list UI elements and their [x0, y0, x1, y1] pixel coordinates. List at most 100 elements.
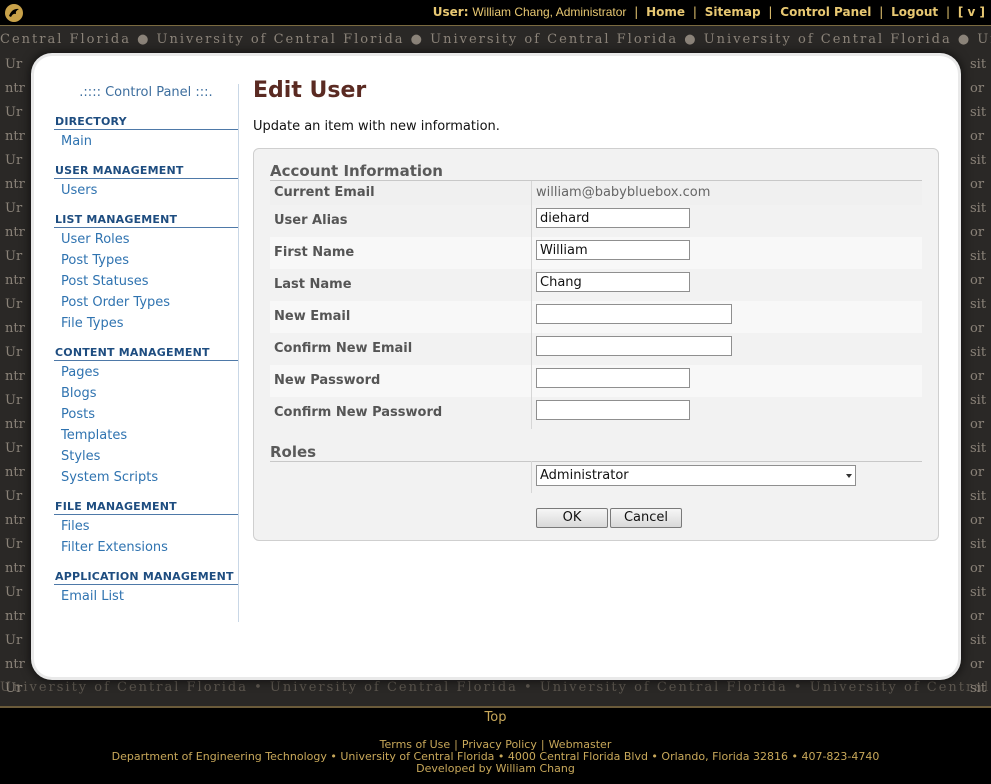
sidebar-group-heading: LIST MANAGEMENT: [54, 213, 238, 228]
confirm-new-email-row: Confirm New Email: [270, 333, 922, 365]
banner-left-fragment: ntr: [5, 321, 25, 336]
banner-right-fragment: or: [970, 129, 985, 144]
sidebar-item-post-statuses[interactable]: Post Statuses: [54, 273, 238, 294]
confirm-new-email-label: Confirm New Email: [274, 341, 413, 356]
banner-left-fragment: ntr: [5, 657, 25, 672]
sidebar-group-heading: CONTENT MANAGEMENT: [54, 346, 238, 361]
sidebar-item-post-order-types[interactable]: Post Order Types: [54, 294, 238, 315]
confirm-new-password-input[interactable]: [536, 400, 690, 420]
new-password-input[interactable]: [536, 368, 690, 388]
banner-left-fragment: Ur: [5, 345, 23, 360]
current-email-value: william@babybluebox.com: [536, 185, 711, 200]
ucf-pegasus-logo-icon[interactable]: [4, 3, 24, 23]
roles-heading: Roles: [270, 443, 922, 462]
sidebar-item-main[interactable]: Main: [54, 133, 238, 154]
banner-right-fragment: sit: [970, 537, 987, 552]
confirm-new-email-input[interactable]: [536, 336, 732, 356]
new-email-row: New Email: [270, 301, 922, 333]
sidebar-item-user-roles[interactable]: User Roles: [54, 231, 238, 252]
current-email-row: Current Email william@babybluebox.com: [270, 181, 922, 205]
sidebar-item-posts[interactable]: Posts: [54, 406, 238, 427]
banner-right-fragment: sit: [970, 633, 987, 648]
sidebar-item-templates[interactable]: Templates: [54, 427, 238, 448]
sidebar-item-file-types[interactable]: File Types: [54, 315, 238, 336]
banner-right-fragment: or: [970, 609, 985, 624]
banner-right-fragment: or: [970, 81, 985, 96]
sidebar-item-styles[interactable]: Styles: [54, 448, 238, 469]
first-name-input[interactable]: [536, 240, 690, 260]
banner-left-fragment: ntr: [5, 273, 25, 288]
banner-left-fragment: Ur: [5, 441, 23, 456]
banner-left-fragment: Ur: [5, 249, 23, 264]
nav-home-link[interactable]: Home: [646, 5, 685, 19]
new-email-label: New Email: [274, 309, 351, 324]
banner-right-fragment: sit: [970, 57, 987, 72]
banner-right-fragment: or: [970, 273, 985, 288]
sidebar-item-files[interactable]: Files: [54, 518, 238, 539]
banner-right-fragment: sit: [970, 393, 987, 408]
user-alias-input[interactable]: [536, 208, 690, 228]
banner-left-fragment: Ur: [5, 393, 23, 408]
ok-button[interactable]: OK: [536, 508, 608, 528]
account-information-heading: Account Information: [270, 162, 922, 181]
nav-toggle-link[interactable]: [ v ]: [958, 5, 985, 19]
sidebar-group: LIST MANAGEMENT User Roles Post Types Post …: [54, 213, 238, 336]
banner-right-fragment: or: [970, 561, 985, 576]
banner-right-fragment: or: [970, 321, 985, 336]
nav-sitemap-link[interactable]: Sitemap: [705, 5, 761, 19]
top-nav: User: William Chang, Administrator | Hom…: [432, 5, 985, 19]
sidebar-item-post-types[interactable]: Post Types: [54, 252, 238, 273]
chevron-down-icon[interactable]: [846, 474, 852, 478]
banner-right-fragment: sit: [970, 201, 987, 216]
banner-left-fragment: ntr: [5, 129, 25, 144]
role-select-value: Administrator: [540, 468, 629, 483]
page-subtitle: Update an item with new information.: [253, 119, 500, 134]
banner-left-fragment: ntr: [5, 465, 25, 480]
banner-right-fragment: or: [970, 465, 985, 480]
banner-left-fragment: Ur: [5, 201, 23, 216]
banner-left-fragment: Ur: [5, 633, 23, 648]
banner-right-fragment: sit: [970, 441, 987, 456]
banner-right-fragment: or: [970, 513, 985, 528]
sidebar-item-filter-extensions[interactable]: Filter Extensions: [54, 539, 238, 560]
current-email-label: Current Email: [274, 185, 375, 200]
sidebar-group: FILE MANAGEMENT Files Filter Extensions: [54, 500, 238, 560]
sidebar-group: CONTENT MANAGEMENT Pages Blogs Posts Templat…: [54, 346, 238, 490]
top-link[interactable]: Top: [0, 710, 991, 725]
control-panel-title: .:::: Control Panel :::.: [79, 85, 213, 100]
edit-user-form: Account Information Current Email willia…: [253, 148, 939, 541]
user-alias-label: User Alias: [274, 213, 348, 228]
banner-left-fragment: Ur: [5, 681, 23, 696]
sidebar-item-users[interactable]: Users: [54, 182, 238, 203]
sidebar-item-email-list[interactable]: Email List: [54, 588, 238, 609]
nav-logout-link[interactable]: Logout: [891, 5, 938, 19]
banner-left-fragment: Ur: [5, 537, 23, 552]
banner-right-fragment: sit: [970, 153, 987, 168]
banner-left-fragment: Ur: [5, 105, 23, 120]
banner-right-fragment: sit: [970, 249, 987, 264]
sidebar-item-pages[interactable]: Pages: [54, 364, 238, 385]
confirm-new-password-row: Confirm New Password: [270, 397, 922, 429]
banner-right-fragment: sit: [970, 345, 987, 360]
banner-left-fragment: ntr: [5, 177, 25, 192]
banner-right-fragment: sit: [970, 585, 987, 600]
last-name-input[interactable]: [536, 272, 690, 292]
banner-left-fragment: ntr: [5, 369, 25, 384]
user-name: William Chang, Administrator: [472, 5, 627, 19]
page-title: Edit User: [253, 78, 367, 103]
control-panel-sidebar: .:::: Control Panel :::. DIRECTORY Main US…: [54, 84, 239, 622]
nav-control-panel-link[interactable]: Control Panel: [780, 5, 871, 19]
banner-left-fragment: Ur: [5, 297, 23, 312]
new-email-input[interactable]: [536, 304, 732, 324]
sidebar-group: DIRECTORY Main: [54, 115, 238, 154]
sidebar-group-heading: FILE MANAGEMENT: [54, 500, 238, 515]
banner-top-text: Central Florida ● University of Central …: [0, 32, 991, 47]
footer: Top Terms of Use | Privacy Policy | Webmaste…: [0, 706, 991, 784]
role-select[interactable]: Administrator: [536, 465, 856, 486]
sidebar-item-blogs[interactable]: Blogs: [54, 385, 238, 406]
new-password-label: New Password: [274, 373, 381, 388]
banner-left-fragment: Ur: [5, 489, 23, 504]
sidebar-item-system-scripts[interactable]: System Scripts: [54, 469, 238, 490]
last-name-row: Last Name: [270, 269, 922, 301]
cancel-button[interactable]: Cancel: [610, 508, 682, 528]
